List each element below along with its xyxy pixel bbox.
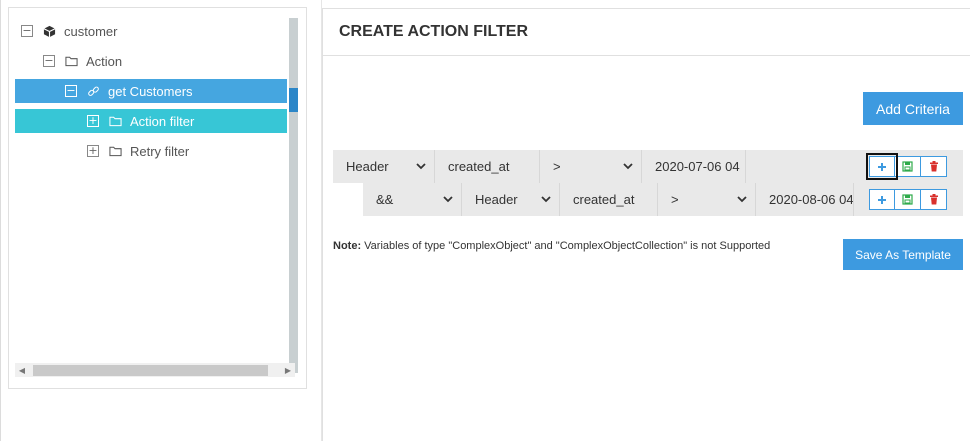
floppy-disk-icon bbox=[902, 194, 913, 205]
cube-icon bbox=[42, 24, 56, 38]
tree-node-label: Action filter bbox=[130, 113, 195, 129]
note-text: Variables of type "ComplexObject" and "C… bbox=[361, 240, 771, 252]
collapse-toggle[interactable]: − bbox=[21, 25, 33, 37]
chevron-down-icon bbox=[737, 196, 747, 203]
delete-condition-button[interactable] bbox=[921, 156, 947, 177]
save-condition-button[interactable] bbox=[895, 189, 921, 210]
input-value: created_at bbox=[573, 192, 635, 207]
source-select[interactable]: Header bbox=[462, 183, 560, 216]
input-value: created_at bbox=[448, 159, 510, 174]
field-input[interactable]: created_at bbox=[435, 150, 540, 183]
tree-node-label: Retry filter bbox=[130, 143, 190, 159]
page-title: CREATE ACTION FILTER bbox=[323, 9, 970, 56]
trash-icon bbox=[929, 161, 938, 172]
tree-node-action-filter[interactable]: + Action filter bbox=[15, 109, 287, 133]
field-input[interactable]: created_at bbox=[560, 183, 658, 216]
row-actions bbox=[869, 189, 947, 210]
chevron-down-icon bbox=[541, 196, 551, 203]
chevron-down-icon bbox=[443, 196, 453, 203]
logic-operator-select[interactable]: && bbox=[363, 183, 462, 216]
folder-icon bbox=[108, 114, 122, 128]
tree-node-customer[interactable]: − customer bbox=[15, 19, 287, 43]
support-note: Note: Variables of type "ComplexObject" … bbox=[333, 240, 770, 252]
link-icon bbox=[86, 84, 100, 98]
value-input[interactable]: 2020-08-06 04 bbox=[756, 183, 854, 216]
value-input[interactable]: 2020-07-06 04 bbox=[642, 150, 746, 183]
trash-icon bbox=[929, 194, 938, 205]
scroll-right-icon[interactable]: ▶ bbox=[281, 363, 295, 377]
tree-node-action[interactable]: − Action bbox=[15, 49, 287, 73]
add-condition-button[interactable] bbox=[869, 189, 895, 210]
action-filter-panel: CREATE ACTION FILTER Add Criteria Header… bbox=[322, 8, 970, 441]
input-value: 2020-07-06 04 bbox=[655, 159, 740, 174]
operator-select[interactable]: > bbox=[540, 150, 642, 183]
select-value: > bbox=[671, 192, 679, 207]
tree-container: − customer − Action − get Customers + Ac… bbox=[0, 0, 322, 441]
save-as-template-button[interactable]: Save As Template bbox=[843, 239, 963, 270]
folder-icon bbox=[108, 144, 122, 158]
select-value: && bbox=[376, 192, 394, 207]
folder-icon bbox=[64, 54, 78, 68]
plus-icon bbox=[878, 162, 886, 171]
note-label: Note: bbox=[333, 240, 362, 252]
floppy-disk-icon bbox=[902, 161, 913, 172]
criteria-row: && Header created_at > 2020-08-06 04 bbox=[363, 183, 963, 216]
scrollbar-thumb[interactable] bbox=[33, 364, 268, 376]
tree-node-retry-filter[interactable]: + Retry filter bbox=[15, 139, 287, 163]
select-value: > bbox=[553, 159, 561, 174]
row-actions bbox=[866, 153, 947, 180]
tree-node-label: Action bbox=[86, 53, 123, 69]
expand-toggle[interactable]: + bbox=[87, 145, 99, 157]
operator-select[interactable]: > bbox=[658, 183, 756, 216]
tree-node-label: get Customers bbox=[108, 83, 193, 99]
criteria-row: Header created_at > 2020-07-06 04 bbox=[333, 150, 963, 183]
add-criteria-button[interactable]: Add Criteria bbox=[863, 92, 963, 125]
tree-node-get-customers[interactable]: − get Customers bbox=[15, 79, 287, 103]
chevron-down-icon bbox=[623, 163, 633, 170]
horizontal-scrollbar[interactable]: ◀ ▶ bbox=[15, 363, 295, 377]
select-value: Header bbox=[475, 192, 518, 207]
delete-condition-button[interactable] bbox=[921, 189, 947, 210]
chevron-down-icon bbox=[416, 163, 426, 170]
vertical-scrollbar[interactable] bbox=[289, 18, 298, 373]
scrollbar-thumb[interactable] bbox=[289, 88, 298, 112]
input-value: 2020-08-06 04 bbox=[769, 192, 854, 207]
scroll-left-icon[interactable]: ◀ bbox=[15, 363, 29, 377]
source-select[interactable]: Header bbox=[333, 150, 435, 183]
collapse-toggle[interactable]: − bbox=[43, 55, 55, 67]
collapse-toggle[interactable]: − bbox=[65, 85, 77, 97]
tree-node-label: customer bbox=[64, 23, 118, 39]
select-value: Header bbox=[346, 159, 389, 174]
save-condition-button[interactable] bbox=[895, 156, 921, 177]
expand-toggle[interactable]: + bbox=[87, 115, 99, 127]
tree-panel: − customer − Action − get Customers + Ac… bbox=[8, 7, 307, 389]
add-condition-button[interactable] bbox=[866, 153, 898, 180]
plus-icon bbox=[878, 195, 886, 204]
